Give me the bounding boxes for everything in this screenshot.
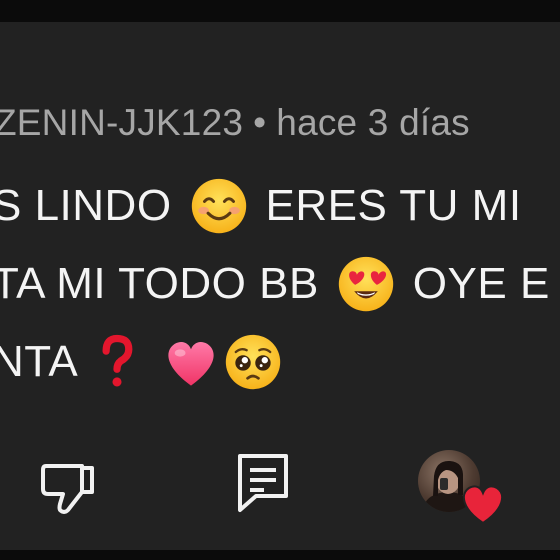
dislike-button[interactable] (38, 458, 98, 518)
comment-text-segment: TA MI TODO BB (0, 259, 319, 308)
red-heart-icon (460, 480, 506, 526)
meta-separator: • (253, 102, 267, 143)
comment-text-segment: OYE E (412, 259, 550, 308)
smiling-face-emoji-icon (190, 177, 248, 235)
comment-text-segment: S LINDO (0, 181, 172, 230)
reply-button[interactable] (234, 450, 292, 514)
creator-heart-badge[interactable] (418, 450, 506, 526)
author-name[interactable]: ZENIN-JJK123 (0, 102, 243, 143)
comment-text-segment: NTA (0, 337, 79, 386)
thumbs-down-icon (38, 458, 98, 518)
pleading-face-emoji-icon (224, 333, 282, 391)
reply-comment-icon (234, 450, 292, 514)
comment-line-1: S LINDO ERES TU MI (0, 177, 522, 235)
comment-line-2: TA MI TODO BB OYE E (0, 255, 550, 313)
comment-card: ZENIN-JJK123 • hace 3 días S LINDO ERES … (0, 22, 560, 550)
comment-line-3: NTA (0, 333, 282, 391)
pink-heart-emoji-icon (162, 333, 220, 391)
comment-text-segment: ERES TU MI (265, 181, 522, 230)
screen: ZENIN-JJK123 • hace 3 días S LINDO ERES … (0, 0, 560, 560)
comment-time[interactable]: hace 3 días (276, 102, 470, 143)
heart-eyes-emoji-icon (337, 255, 395, 313)
question-mark-icon (96, 333, 138, 391)
comment-header: ZENIN-JJK123 • hace 3 días (0, 102, 470, 144)
